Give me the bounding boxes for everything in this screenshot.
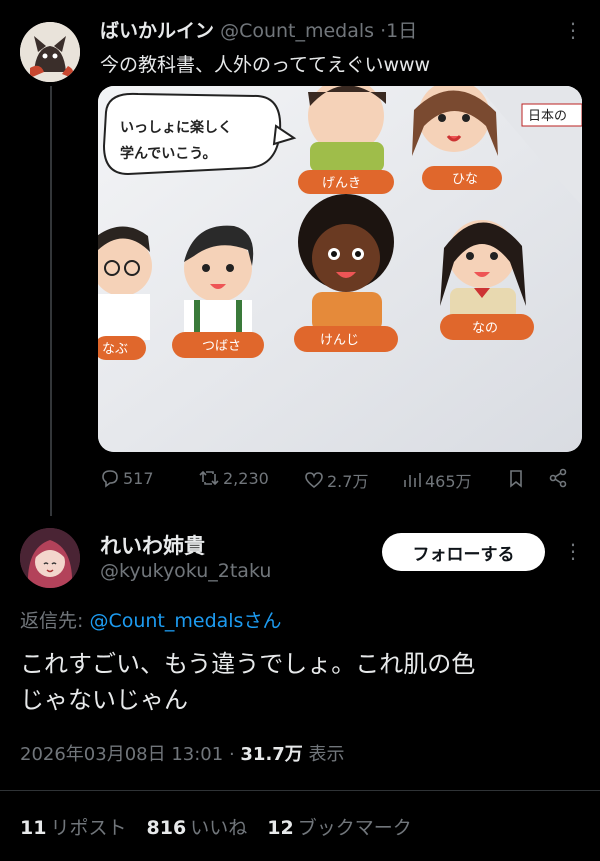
handle[interactable]: @Count_medals: [220, 20, 374, 42]
svg-text:なぶ: なぶ: [102, 342, 128, 357]
share-button[interactable]: [548, 468, 568, 488]
likes-stat[interactable]: 816 いいね: [147, 817, 248, 839]
divider: [0, 790, 600, 791]
reposts-stat[interactable]: 11 リポスト: [20, 817, 126, 839]
heart-icon: [305, 472, 323, 489]
tweet-actions: 517 2,230 2.7万 465万: [100, 468, 580, 492]
reply-to-mention[interactable]: @Count_medalsさん: [89, 610, 281, 632]
bar-chart-icon: [404, 473, 421, 487]
thread-connector-line: [50, 86, 52, 516]
avatar[interactable]: [20, 528, 80, 588]
like-button[interactable]: 2.7万: [304, 468, 368, 492]
tweet-header: ばいかルイン @Count_medals ·1日: [100, 16, 417, 43]
more-options-icon[interactable]: ⋮: [563, 541, 583, 561]
cat-avatar-icon: [20, 22, 80, 82]
svg-text:ひな: ひな: [452, 172, 478, 187]
share-icon: [549, 468, 567, 488]
reply-views-count: 31.7万: [240, 744, 303, 765]
reply-text: これすごい、もう違うでしょ。これ肌の色 じゃないじゃん: [20, 646, 580, 718]
reply-button[interactable]: 517: [100, 468, 154, 488]
bookmark-button[interactable]: [506, 468, 526, 488]
more-options-icon[interactable]: ⋮: [563, 20, 583, 40]
textbook-photo-image: いっしょに楽しく 学んでいこう。 日本の げんき ひな なぶ つばさ けんじ な…: [98, 86, 582, 452]
reply-views-label: 表示: [302, 744, 345, 765]
speech-bubble-line2: 学んでいこう。: [120, 145, 216, 162]
tweet-text: 今の教科書、人外のっててえぐいwww: [100, 54, 431, 76]
svg-text:けんじ: けんじ: [320, 333, 359, 348]
retweet-count: 2,230: [223, 468, 269, 488]
views-count: 465万: [425, 472, 472, 491]
svg-text:げんき: げんき: [322, 176, 361, 191]
reply-text-line1: これすごい、もう違うでしょ。これ肌の色: [20, 650, 476, 678]
reply-to-line: 返信先: @Count_medalsさん: [20, 606, 281, 633]
reply-icon: [102, 470, 118, 488]
reply-datetime[interactable]: 2026年03月08日 13:01: [20, 744, 223, 765]
views-button[interactable]: 465万: [402, 468, 472, 492]
svg-text:つばさ: つばさ: [202, 339, 241, 354]
reply-stats: 11 リポスト 816 いいね 12 ブックマーク: [20, 813, 426, 840]
bookmark-icon: [510, 470, 522, 488]
reply-handle[interactable]: @kyukyoku_2taku: [100, 560, 271, 582]
display-name[interactable]: ばいかルイン: [100, 20, 214, 42]
retweet-button[interactable]: 2,230: [198, 468, 269, 488]
reply-to-prefix: 返信先:: [20, 610, 90, 632]
reply-display-name[interactable]: れいわ姉貴: [100, 530, 205, 560]
svg-text:なの: なの: [472, 321, 498, 336]
character-kenji: けんじ: [294, 194, 398, 352]
speech-bubble-line1: いっしょに楽しく: [120, 119, 232, 136]
reply-meta: 2026年03月08日 13:01 · 31.7万 表示: [20, 744, 345, 765]
reply-text-line2: じゃないじゃん: [20, 686, 188, 714]
follow-button[interactable]: フォローする: [382, 533, 545, 571]
anime-girl-avatar-icon: [20, 528, 80, 588]
like-count: 2.7万: [327, 472, 369, 491]
bookmarks-stat[interactable]: 12 ブックマーク: [267, 817, 411, 839]
retweet-icon: [199, 470, 219, 486]
book-label: 日本の: [528, 109, 567, 124]
reply-count: 517: [123, 468, 154, 488]
tweet-image[interactable]: いっしょに楽しく 学んでいこう。 日本の げんき ひな なぶ つばさ けんじ な…: [98, 86, 582, 452]
avatar[interactable]: [20, 22, 80, 82]
timestamp[interactable]: 1日: [386, 20, 417, 42]
